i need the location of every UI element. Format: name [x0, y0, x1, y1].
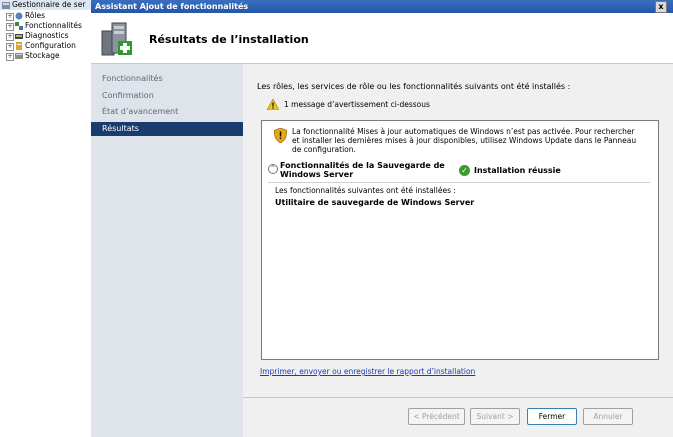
warning-icon [266, 98, 280, 112]
divider [268, 182, 650, 183]
close-button[interactable]: Fermer [527, 408, 577, 425]
page-title: Résultats de l’installation [149, 33, 309, 46]
storage-icon [15, 52, 23, 60]
results-panel: La fonctionnalité Mises à jour automatiq… [261, 120, 659, 360]
server-features-icon [100, 21, 134, 57]
footer-divider [243, 397, 673, 398]
tree-item-storage[interactable]: + Stockage [0, 51, 91, 61]
configuration-icon [15, 42, 23, 50]
step-results[interactable]: Résultats [91, 122, 243, 136]
step-features[interactable]: Fonctionnalités [91, 72, 243, 86]
expand-icon[interactable]: + [6, 23, 14, 31]
diagnostics-icon [15, 32, 23, 40]
warning-message-text: La fonctionnalité Mises à jour automatiq… [292, 127, 637, 154]
tree-item-configuration[interactable]: + Configuration [0, 41, 91, 51]
tree-item-label: Diagnostics [25, 31, 69, 40]
expand-icon[interactable]: + [6, 43, 14, 51]
step-confirmation[interactable]: Confirmation [91, 89, 243, 103]
next-button[interactable]: Suivant > [470, 408, 520, 425]
expand-icon[interactable]: + [6, 53, 14, 61]
server-manager-tree: Gestionnaire de ser + Rôles + Fonctionna… [0, 0, 92, 437]
warning-summary-text: 1 message d’avertissement ci-dessous [284, 100, 430, 109]
results-content: Les rôles, les services de rôle ou les f… [243, 64, 673, 437]
tree-root-label: Gestionnaire de ser [12, 0, 86, 9]
report-link[interactable]: Imprimer, envoyer ou enregistrer le rapp… [260, 367, 475, 376]
tree-item-label: Stockage [25, 51, 60, 60]
wizard-header: Résultats de l’installation [91, 13, 673, 64]
tree-item-label: Fonctionnalités [25, 21, 82, 30]
window-title: Assistant Ajout de fonctionnalités [95, 2, 249, 11]
install-status-text: Installation réussie [474, 166, 561, 175]
collapse-chevron-icon[interactable]: ^ [268, 164, 278, 174]
cancel-button[interactable]: Annuler [583, 408, 633, 425]
step-progress[interactable]: État d’avancement [91, 105, 243, 119]
intro-text: Les rôles, les services de rôle ou les f… [257, 82, 571, 91]
tree-item-label: Configuration [25, 41, 76, 50]
installed-feature-item: Utilitaire de sauvegarde de Windows Serv… [275, 198, 475, 207]
installed-label: Les fonctionnalités suivantes ont été in… [275, 186, 456, 195]
roles-icon [15, 12, 23, 20]
shield-warning-icon [273, 127, 288, 145]
feature-group-name: Fonctionnalités de la Sauvegarde de Wind… [280, 161, 445, 179]
title-bar[interactable]: Assistant Ajout de fonctionnalités x [91, 0, 673, 13]
server-manager-icon [2, 1, 10, 9]
add-features-wizard: Assistant Ajout de fonctionnalités x Rés… [91, 0, 673, 437]
tree-item-features[interactable]: + Fonctionnalités [0, 21, 91, 31]
success-check-icon: ✓ [459, 165, 470, 176]
tree-item-roles[interactable]: + Rôles [0, 11, 91, 21]
expand-icon[interactable]: + [6, 33, 14, 41]
tree-item-label: Rôles [25, 11, 46, 20]
previous-button[interactable]: < Précédent [408, 408, 465, 425]
wizard-steps: Fonctionnalités Confirmation État d’avan… [91, 64, 243, 437]
tree-item-diagnostics[interactable]: + Diagnostics [0, 31, 91, 41]
features-icon [15, 22, 23, 30]
expand-icon[interactable]: + [6, 13, 14, 21]
close-icon[interactable]: x [655, 1, 667, 13]
tree-root[interactable]: Gestionnaire de ser [0, 0, 91, 10]
